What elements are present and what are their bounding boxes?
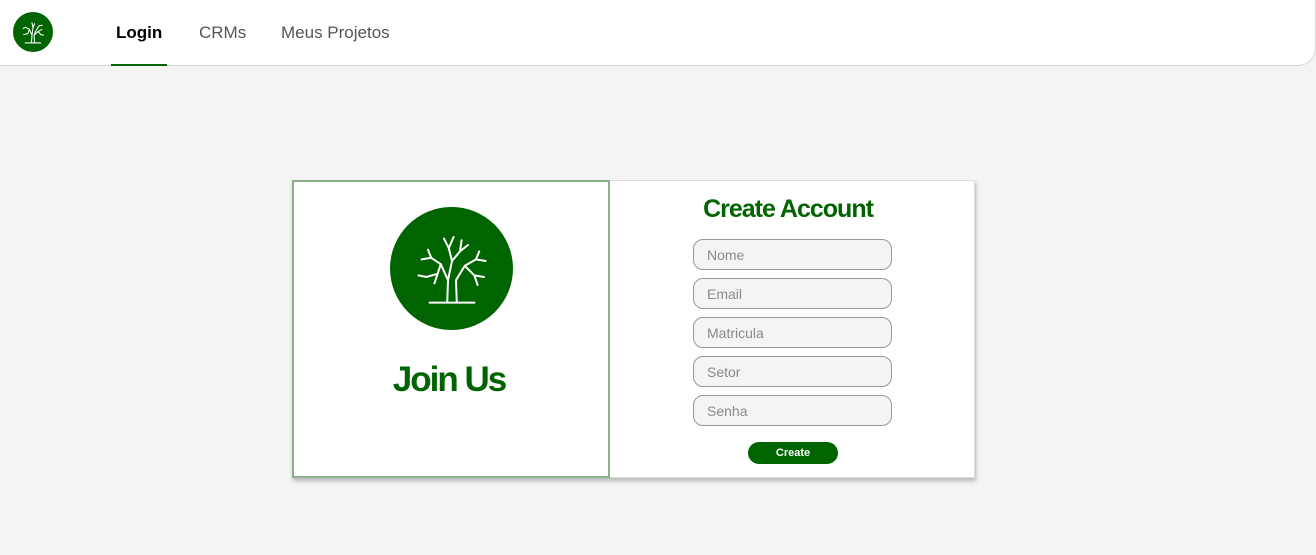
- tab-meus-projetos-label: Meus Projetos: [281, 23, 390, 42]
- senha-field[interactable]: [693, 395, 892, 426]
- setor-field[interactable]: [693, 356, 892, 387]
- create-account-panel: Create Account Create: [610, 180, 975, 478]
- active-tab-indicator: [111, 64, 168, 66]
- join-title: Join Us: [392, 360, 507, 399]
- nome-field[interactable]: [693, 239, 892, 270]
- email-field[interactable]: [693, 278, 892, 309]
- join-panel: Join Us: [292, 180, 610, 478]
- tree-icon: [22, 22, 44, 44]
- tab-meus-projetos[interactable]: Meus Projetos: [281, 0, 390, 66]
- tree-icon: [416, 235, 487, 304]
- brand-logo[interactable]: [13, 12, 53, 52]
- tab-login[interactable]: Login: [111, 0, 168, 66]
- top-navbar: Login CRMs Meus Projetos: [0, 0, 1316, 66]
- tab-crms[interactable]: CRMs: [199, 0, 246, 66]
- create-account-title: Create Account: [703, 195, 874, 223]
- signup-card: Join Us Create Account Create: [292, 180, 975, 478]
- matricula-field[interactable]: [693, 317, 892, 348]
- tab-crms-label: CRMs: [199, 23, 247, 42]
- join-logo: [390, 207, 513, 330]
- create-button[interactable]: Create: [748, 442, 838, 464]
- tab-login-label: Login: [116, 23, 163, 42]
